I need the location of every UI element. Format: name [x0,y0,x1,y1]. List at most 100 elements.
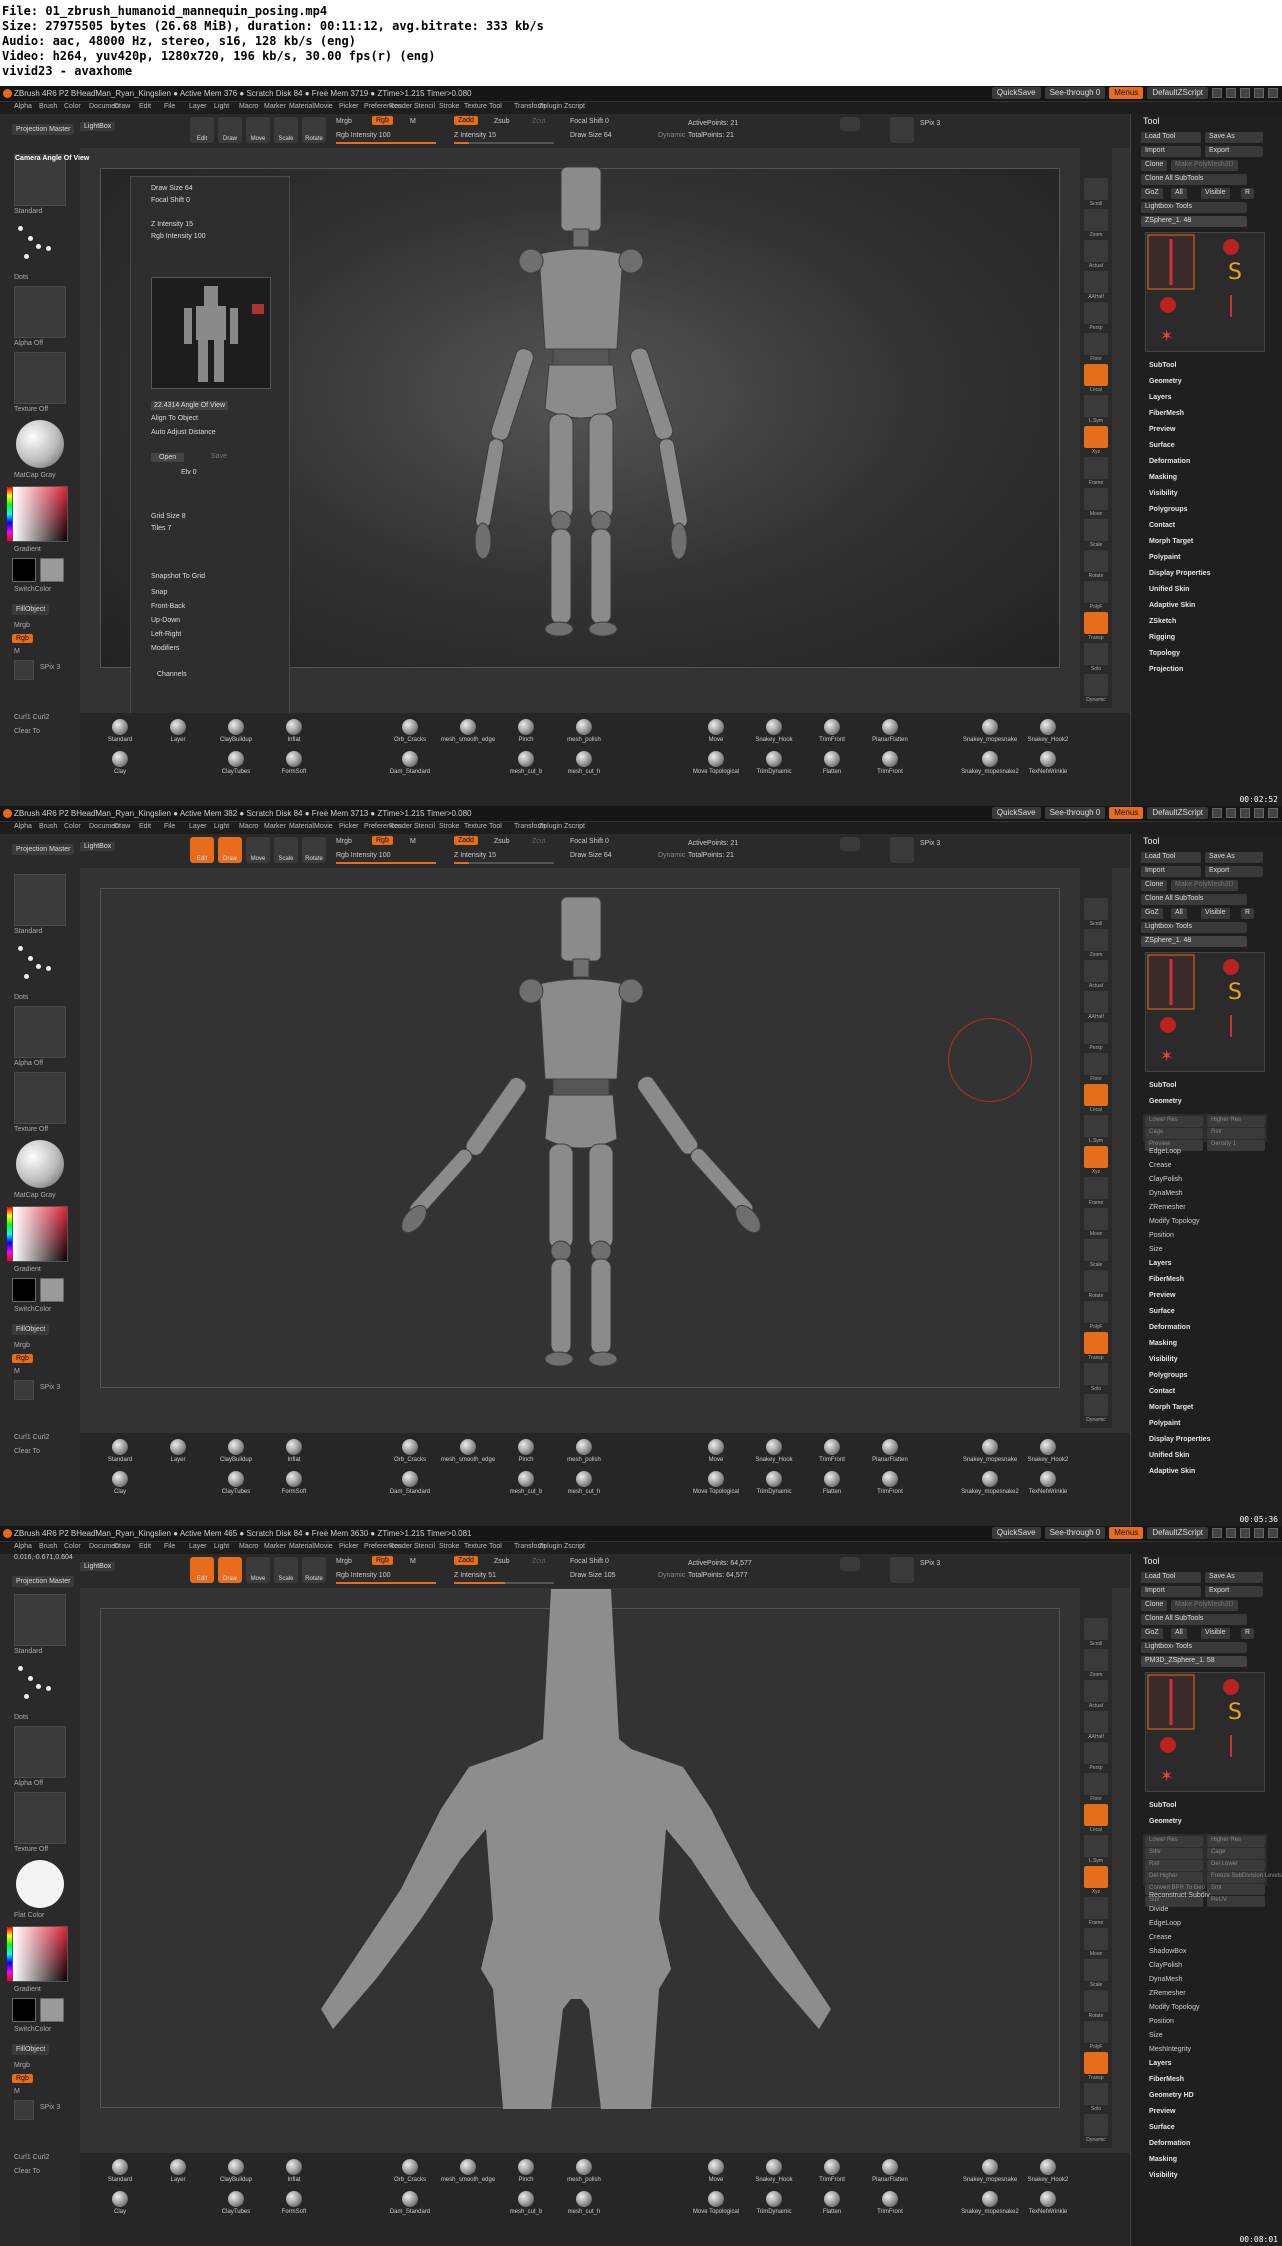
lightbox-button[interactable]: LightBox [80,842,116,851]
mrgb-toggle[interactable]: Mrgb [336,1558,352,1565]
material-sphere-icon[interactable] [16,1860,64,1908]
r-button[interactable]: R [1241,1628,1255,1639]
quicksave-button[interactable]: QuickSave [991,87,1041,99]
menu-item[interactable]: File [164,103,175,110]
projection-master-button[interactable]: Projection Master [12,124,75,135]
mrgb-label[interactable]: Mrgb [14,2062,30,2069]
lightbox-button[interactable]: LightBox [80,122,116,131]
mrgb-toggle[interactable]: Mrgb [336,118,352,125]
nav-scale-button[interactable]: Scale [1084,519,1108,548]
nav-floor-button[interactable]: Floor [1084,333,1108,362]
menu-item[interactable]: Picker [339,1543,358,1550]
m-label[interactable]: M [14,648,20,655]
brush-thumbnail[interactable] [14,874,66,926]
tool-section-masking[interactable]: Masking [1149,1340,1177,1347]
z-intensity-slider[interactable]: Z Intensity 15 [454,132,496,139]
brush-item[interactable]: ClayTubes [206,751,266,791]
nav-move-button[interactable]: Move [1084,1928,1108,1957]
menu-item[interactable]: Stencil [414,1543,435,1550]
tool-section-contact[interactable]: Contact [1149,522,1175,529]
make-polymesh-button[interactable]: Make PolyMesh3D [1171,880,1238,891]
window-control-icon[interactable] [1212,808,1222,818]
menu-item[interactable]: Light [214,1543,229,1550]
tool-section-layers[interactable]: Layers [1149,1260,1172,1267]
stroke-dots-thumbnail[interactable] [14,940,66,992]
tool-section-divide[interactable]: Divide [1149,1906,1168,1913]
nav-actual-button[interactable]: Actual [1084,1680,1108,1709]
brush-item[interactable]: Move Topological [686,751,746,791]
tool-section-unified-skin[interactable]: Unified Skin [1149,586,1189,593]
tool-section-visibility[interactable]: Visibility [1149,490,1178,497]
see-through-slider[interactable]: See-through 0 [1044,807,1106,819]
move-mode-button[interactable]: Move [246,1557,270,1583]
tool-section-display-properties[interactable]: Display Properties [1149,1436,1210,1443]
load-tool-button[interactable]: Load Tool [1141,132,1201,143]
focal-shift-slider[interactable]: Focal Shift 0 [570,118,609,125]
alpha-thumbnail[interactable] [14,1726,66,1778]
all-button[interactable]: All [1171,908,1187,919]
tool-section-position[interactable]: Position [1149,2018,1174,2025]
tool-section-claypolish[interactable]: ClayPolish [1149,1962,1182,1969]
tool-section-layers[interactable]: Layers [1149,394,1172,401]
menu-item[interactable]: Edit [139,1543,151,1550]
nav-scale-button[interactable]: Scale [1084,1239,1108,1268]
z-intensity-slider[interactable]: Z Intensity 15 [454,852,496,859]
m-label[interactable]: M [14,2088,20,2095]
mannequin-model[interactable] [311,159,851,641]
edit-mode-button[interactable]: Edit [190,117,214,143]
rgb-button[interactable]: Rgb [12,1354,33,1363]
visible-button[interactable]: Visible [1201,1628,1230,1639]
rgb-toggle[interactable]: Rgb [372,1556,393,1565]
menu-item[interactable]: Edit [139,823,151,830]
z-intensity-slider[interactable]: Z Intensity 15 [151,221,193,228]
menu-item[interactable]: Movie [314,823,333,830]
tool-section-polygroups[interactable]: Polygroups [1149,1372,1188,1379]
elevation-slider[interactable]: Elv 0 [181,469,197,476]
viewport[interactable] [80,868,1132,1433]
hue-strip[interactable] [7,487,12,541]
nav-frame-button[interactable]: Frame [1084,1177,1108,1206]
edit-mode-button[interactable]: Edit [190,837,214,863]
window-control-icon[interactable] [1226,88,1236,98]
tool-section-zsketch[interactable]: ZSketch [1149,618,1176,625]
goz-button[interactable]: GoZ [1141,908,1163,919]
tool-section-subtool[interactable]: SubTool [1149,362,1176,369]
tool-section-masking[interactable]: Masking [1149,474,1177,481]
window-control-icon[interactable] [1240,808,1250,818]
menu-item[interactable]: Macro [239,823,258,830]
zcut-toggle[interactable]: Zcut [532,118,546,125]
menu-item[interactable]: Macro [239,1543,258,1550]
brush-item[interactable]: mesh_cut_b [496,751,556,791]
menu-item[interactable]: Material [289,103,314,110]
nav-lsym-button[interactable]: L.Sym [1084,1115,1108,1144]
brush-item[interactable]: TrimFront [860,1471,920,1511]
rgb-intensity-track[interactable] [336,142,436,144]
spix-icon[interactable] [14,2100,34,2120]
mrgb-label[interactable]: Mrgb [14,1342,30,1349]
clear-to-label[interactable]: Clear To [14,1448,40,1455]
scale-mode-button[interactable]: Scale [274,837,298,863]
nav-dynamic-button[interactable]: Dynamic [1084,2114,1108,2143]
goz-button[interactable] [840,117,860,131]
menu-item[interactable]: Color [64,1543,81,1550]
rgb-toggle[interactable]: Rgb [372,116,393,125]
focal-shift-slider[interactable]: Focal Shift 0 [570,838,609,845]
menu-item[interactable]: Marker [264,103,286,110]
clone-button[interactable]: Clone [1141,160,1168,171]
rgb-intensity-slider[interactable]: Rgb Intensity 100 [336,1572,390,1579]
brush-item[interactable]: Dam_Standard [380,2191,440,2231]
m-toggle[interactable]: M [410,118,416,125]
tool-section-modify-topology[interactable]: Modify Topology [1149,2004,1199,2011]
edit-mode-button[interactable]: Edit [190,1557,214,1583]
tool-section-geometry[interactable]: Geometry [1149,1818,1182,1825]
quicksave-button[interactable]: QuickSave [991,1527,1041,1539]
brush-item[interactable]: mesh_smooth_edge [438,719,498,759]
geometry-control[interactable]: Higher Res [1207,1836,1265,1847]
material-sphere-icon[interactable] [16,420,64,468]
geometry-control[interactable]: Higher Res [1207,1116,1265,1127]
clear-to-label[interactable]: Clear To [14,2168,40,2175]
geometry-control[interactable]: Cage [1145,1128,1203,1139]
nav-rotate-button[interactable]: Rotate [1084,550,1108,579]
brush-item[interactable]: TrimDynamic [744,2191,804,2231]
switchcolor-label[interactable]: SwitchColor [14,586,51,593]
